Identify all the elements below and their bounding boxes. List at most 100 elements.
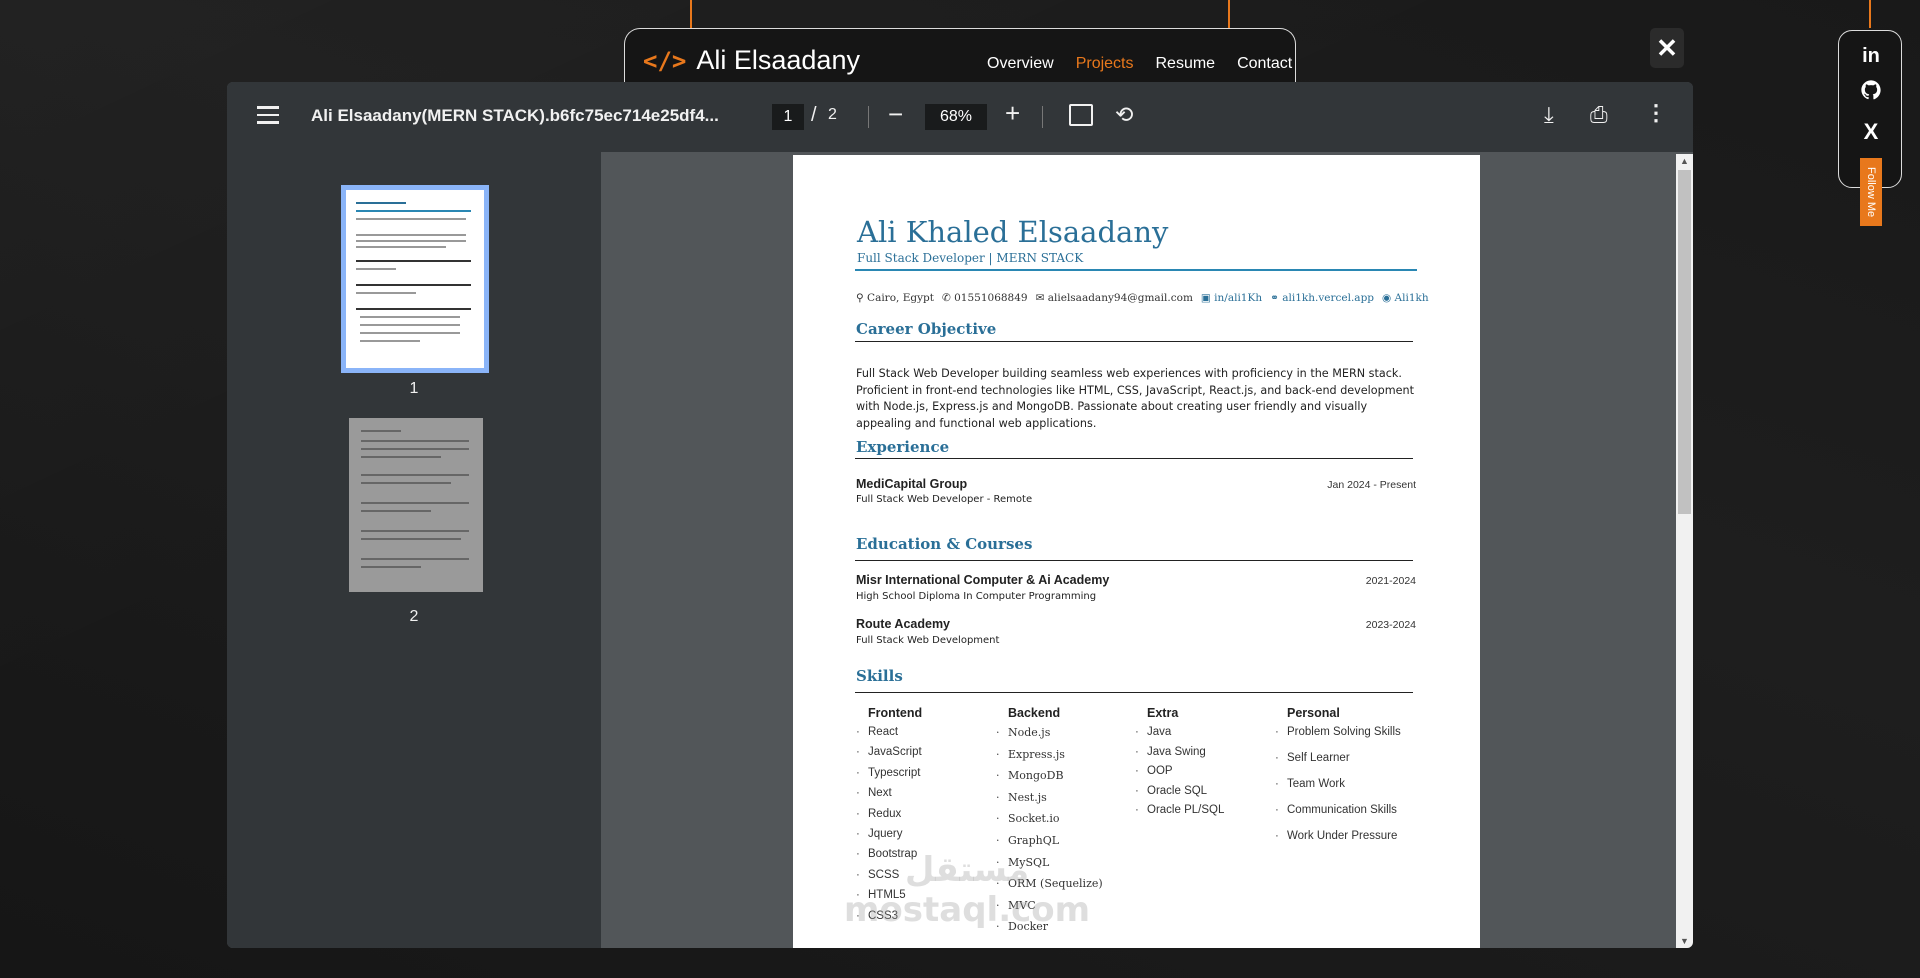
x-icon[interactable]: X	[1839, 119, 1903, 145]
section-heading: Skills	[856, 667, 903, 685]
divider	[855, 560, 1413, 562]
education-detail: High School Diploma In Computer Programm…	[856, 591, 1097, 602]
rotate-icon[interactable]: ⟲	[1115, 102, 1133, 128]
skill-item: Express.js	[996, 748, 1103, 770]
skill-item: Problem Solving Skills	[1275, 726, 1401, 752]
divider	[855, 692, 1413, 694]
brand-name: Ali Elsaadany	[696, 45, 860, 75]
zoom-out-icon[interactable]: −	[888, 99, 903, 130]
thumbnail-page-2[interactable]	[349, 418, 483, 592]
github-link[interactable]: ◉ Ali1kh	[1382, 292, 1429, 304]
experience-date: Jan 2024 - Present	[1327, 479, 1416, 491]
contact-row: ⚲ Cairo, Egypt ✆ 01551068849 ✉ alielsaad…	[856, 292, 1429, 304]
file-name: Ali Elsaadany(MERN STACK).b6fc75ec714e25…	[311, 106, 719, 125]
page-total: 2	[828, 106, 837, 123]
zoom-input[interactable]: 68%	[925, 104, 987, 130]
divider	[855, 341, 1413, 343]
skill-item: Team Work	[1275, 778, 1401, 804]
career-objective: Full Stack Web Developer building seamle…	[856, 367, 1414, 430]
skill-item: Socket.io	[996, 812, 1103, 834]
pdf-toolbar: Ali Elsaadany(MERN STACK).b6fc75ec714e25…	[227, 82, 1693, 152]
skill-item: Next	[856, 787, 922, 807]
menu-icon[interactable]	[257, 106, 279, 124]
education-school: Route Academy	[856, 617, 951, 631]
skills-column-title: Backend	[1008, 706, 1061, 720]
fit-page-icon[interactable]	[1069, 104, 1093, 126]
more-options-icon[interactable]: ⋮	[1645, 100, 1667, 126]
skills-extra: Extra JavaJava SwingOOPOracle SQLOracle …	[1135, 706, 1224, 824]
skill-item: Typescript	[856, 767, 922, 787]
skill-item: Redux	[856, 808, 922, 828]
experience-company: MediCapital Group	[856, 477, 968, 491]
nav-resume[interactable]: Resume	[1155, 55, 1215, 73]
section-heading: Career Objective	[856, 320, 997, 338]
brand[interactable]: </> Ali Elsaadany	[643, 45, 860, 76]
decor-line	[1228, 0, 1230, 28]
location: ⚲ Cairo, Egypt	[856, 292, 934, 304]
linkedin-link[interactable]: ▣ in/ali1Kh	[1201, 292, 1262, 304]
skill-item: Work Under Pressure	[1275, 830, 1401, 856]
skill-item: Oracle PL/SQL	[1135, 804, 1224, 824]
skill-item: Node.js	[996, 726, 1103, 748]
top-navbar: </> Ali Elsaadany Overview Projects Resu…	[624, 28, 1296, 88]
nav-projects[interactable]: Projects	[1076, 55, 1134, 73]
watermark: مستقل mostaql.com	[844, 850, 1091, 930]
linkedin-icon[interactable]: in	[1839, 45, 1903, 68]
print-icon[interactable]: ⎙	[1590, 102, 1608, 128]
section-heading: Experience	[856, 438, 950, 456]
skills-column-title: Extra	[1147, 706, 1179, 720]
skill-item: Communication Skills	[1275, 804, 1401, 830]
github-icon[interactable]	[1839, 79, 1903, 106]
scroll-up-icon[interactable]: ▲	[1680, 156, 1689, 166]
skill-item: Java	[1135, 726, 1224, 746]
nav-overview[interactable]: Overview	[987, 55, 1054, 73]
skill-item: Java Swing	[1135, 746, 1224, 766]
skill-item: Self Learner	[1275, 752, 1401, 778]
website-link[interactable]: ⚭ ali1kh.vercel.app	[1270, 292, 1374, 304]
education-school: Misr International Computer & Ai Academy	[856, 573, 1110, 587]
thumbnail-label-2: 2	[409, 608, 419, 625]
pdf-viewer: Ali Elsaadany(MERN STACK).b6fc75ec714e25…	[227, 82, 1693, 948]
page-number-input[interactable]: 1	[772, 104, 804, 130]
experience-role: Full Stack Web Developer - Remote	[856, 494, 1033, 505]
pdf-page: Ali Khaled Elsaadany Full Stack Develope…	[793, 155, 1480, 948]
download-icon[interactable]: ⤓	[1544, 102, 1554, 128]
page-separator: /	[811, 104, 817, 126]
education-detail: Full Stack Web Development	[856, 635, 1000, 646]
skills-column-title: Frontend	[868, 706, 923, 720]
scroll-thumb[interactable]	[1678, 170, 1691, 514]
resume-name: Ali Khaled Elsaadany	[857, 215, 1169, 249]
resume-title: Full Stack Developer | MERN STACK	[857, 251, 1084, 265]
education-date: 2023-2024	[1365, 619, 1416, 631]
skill-item: OOP	[1135, 765, 1224, 785]
skill-item: Nest.js	[996, 791, 1103, 813]
skill-item: Oracle SQL	[1135, 785, 1224, 805]
skill-item: React	[856, 726, 922, 746]
divider	[868, 106, 869, 128]
zoom-in-icon[interactable]: +	[1005, 98, 1020, 129]
nav-contact[interactable]: Contact	[1237, 55, 1292, 73]
scrollbar[interactable]: ▲ ▼	[1676, 154, 1693, 948]
skills-column-title: Personal	[1287, 706, 1340, 720]
phone: ✆ 01551068849	[941, 292, 1028, 304]
decor-line	[690, 0, 692, 28]
education-date: 2021-2024	[1365, 575, 1416, 587]
thumbnail-sidebar: 1 2	[227, 152, 601, 948]
section-heading: Education & Courses	[856, 535, 1033, 553]
nav-links: Overview Projects Resume Contact	[987, 55, 1292, 73]
code-icon: </>	[643, 46, 687, 75]
close-button[interactable]: ✕	[1650, 28, 1684, 68]
divider	[1042, 106, 1043, 128]
follow-me-tab: Follow Me	[1860, 158, 1882, 226]
skill-item: JavaScript	[856, 746, 922, 766]
scroll-down-icon[interactable]: ▼	[1680, 936, 1689, 946]
thumbnail-page-1[interactable]	[341, 185, 489, 373]
skill-item: MongoDB	[996, 769, 1103, 791]
skill-item: Jquery	[856, 828, 922, 848]
divider	[855, 458, 1413, 460]
divider	[855, 269, 1417, 271]
skills-personal: Personal Problem Solving SkillsSelf Lear…	[1275, 706, 1401, 856]
thumbnail-label-1: 1	[409, 380, 419, 397]
email: ✉ alielsaadany94@gmail.com	[1035, 292, 1193, 304]
decor-line	[1869, 0, 1871, 28]
